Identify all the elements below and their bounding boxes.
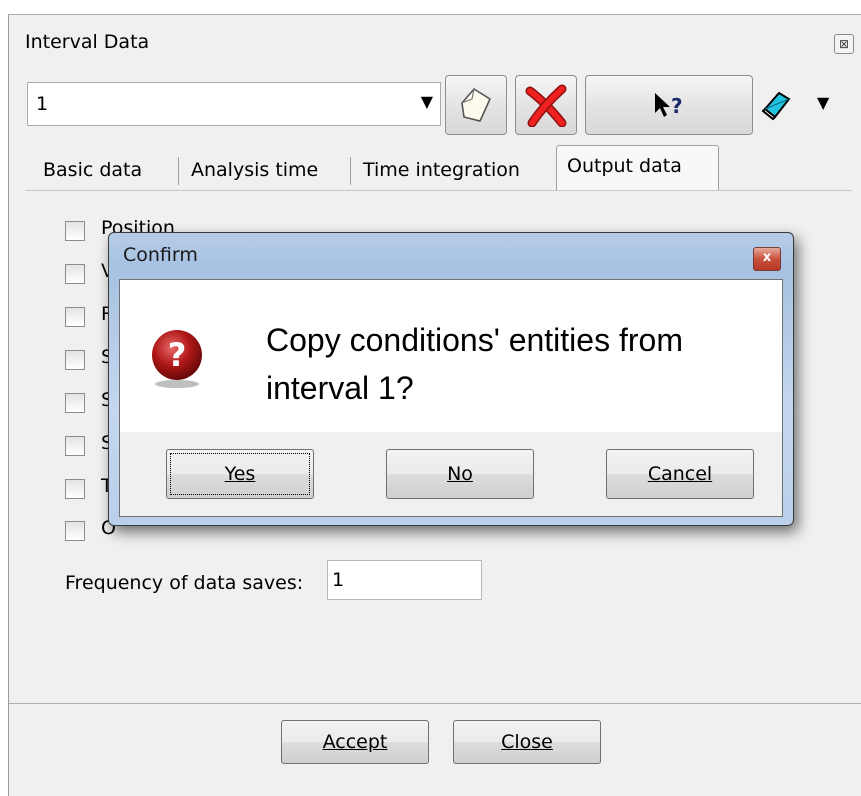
new-interval-button[interactable] xyxy=(445,75,507,135)
yes-button-label: Yes xyxy=(224,463,256,485)
checkbox[interactable] xyxy=(65,350,85,370)
dropdown-arrow-icon[interactable]: ▼ xyxy=(421,92,433,111)
interval-select[interactable]: 1 ▼ xyxy=(27,82,441,126)
dialog-message-line: Copy conditions' entities from xyxy=(266,322,683,358)
tab-basic-data[interactable]: Basic data xyxy=(33,151,152,189)
interval-select-value: 1 xyxy=(36,93,49,115)
tab-analysis-time[interactable]: Analysis time xyxy=(181,151,328,189)
no-button-label: No xyxy=(447,463,473,485)
footer-divider xyxy=(9,703,861,704)
svg-text:?: ? xyxy=(671,94,683,118)
window-titlebar: Interval Data ⊠ xyxy=(9,15,861,71)
tab-separator xyxy=(178,157,179,185)
close-button[interactable]: Close xyxy=(453,720,601,764)
tab-separator xyxy=(350,157,351,185)
tab-output-data[interactable]: Output data xyxy=(556,145,719,191)
checkbox[interactable] xyxy=(65,436,85,456)
checkbox[interactable] xyxy=(65,393,85,413)
dialog-message: Copy conditions' entities from interval … xyxy=(266,316,766,412)
dialog-body: ? Copy conditions' entities from interva… xyxy=(119,279,783,517)
close-button-label: Close xyxy=(501,731,553,753)
dialog-close-button[interactable]: x xyxy=(753,247,781,271)
cancel-button-label: Cancel xyxy=(647,463,713,485)
tab-time-integration[interactable]: Time integration xyxy=(353,151,530,189)
confirm-dialog: Confirm x ? Copy conditions' entities fr… xyxy=(108,232,794,526)
toolbar: 1 ▼ ? ▼ xyxy=(9,71,861,151)
dialog-title: Confirm xyxy=(123,244,198,266)
accept-button-label: Accept xyxy=(322,731,388,753)
new-page-icon xyxy=(461,87,492,122)
accept-button[interactable]: Accept xyxy=(281,720,429,764)
checkbox[interactable] xyxy=(65,221,85,241)
window-title: Interval Data xyxy=(25,31,150,53)
frequency-value: 1 xyxy=(332,569,345,591)
checkbox[interactable] xyxy=(65,521,85,541)
help-pointer-icon: ? xyxy=(655,93,683,118)
frequency-input[interactable]: 1 xyxy=(327,560,482,600)
checkbox[interactable] xyxy=(65,479,85,499)
checkbox[interactable] xyxy=(65,307,85,327)
eraser-icon xyxy=(761,91,791,121)
delete-interval-button[interactable] xyxy=(515,75,577,135)
checkbox[interactable] xyxy=(65,264,85,284)
no-button[interactable]: No xyxy=(386,449,534,499)
svg-text:?: ? xyxy=(168,336,187,374)
help-button[interactable]: ? xyxy=(585,75,753,135)
frequency-label: Frequency of data saves: xyxy=(65,572,304,594)
dialog-message-line: interval 1? xyxy=(266,370,414,406)
cancel-button[interactable]: Cancel xyxy=(606,449,754,499)
eraser-button[interactable] xyxy=(761,89,793,121)
dialog-message-area: ? Copy conditions' entities from interva… xyxy=(120,280,782,432)
yes-button[interactable]: Yes xyxy=(166,449,314,499)
toolbar-menu-arrow-icon[interactable]: ▼ xyxy=(817,93,829,112)
question-icon: ? xyxy=(152,330,202,388)
delete-x-icon xyxy=(525,84,567,127)
window-close-button[interactable]: ⊠ xyxy=(834,34,854,54)
